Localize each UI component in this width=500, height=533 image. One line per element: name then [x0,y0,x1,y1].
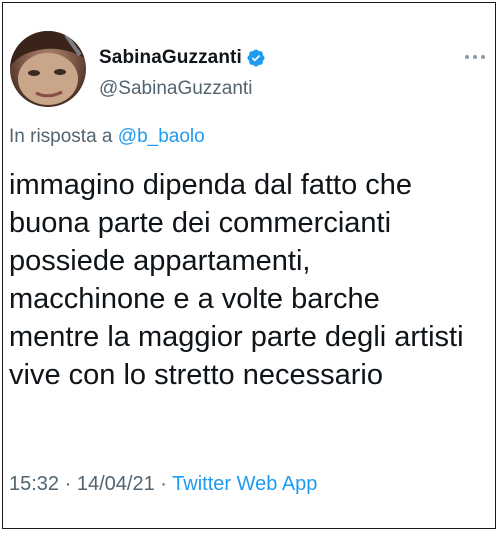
meta-separator: · [64,473,72,495]
reply-context: In risposta a @b_baolo [9,126,205,148]
display-name[interactable]: SabinaGuzzanti [99,47,242,69]
tweet-text: immagino dipenda dal fatto che buona par… [9,169,464,391]
meta-separator: · [160,473,167,495]
avatar-image [10,31,86,107]
reply-handle-link[interactable]: @b_baolo [118,126,205,147]
user-handle[interactable]: @SabinaGuzzanti [99,78,252,100]
tweet-meta: 15:32 · 14/04/21 · Twitter Web App [9,473,317,496]
tweet-source-link[interactable]: Twitter Web App [172,473,317,495]
tweet-card: SabinaGuzzanti @SabinaGuzzanti In rispos… [2,2,496,529]
avatar[interactable] [10,31,86,107]
verified-badge-icon [246,48,266,68]
tweet-time[interactable]: 15:32 [9,473,59,495]
more-options-icon[interactable] [461,47,489,67]
tweet-date[interactable]: 14/04/21 [77,473,155,495]
reply-prefix: In risposta a [9,126,113,147]
display-name-row[interactable]: SabinaGuzzanti [99,46,266,70]
